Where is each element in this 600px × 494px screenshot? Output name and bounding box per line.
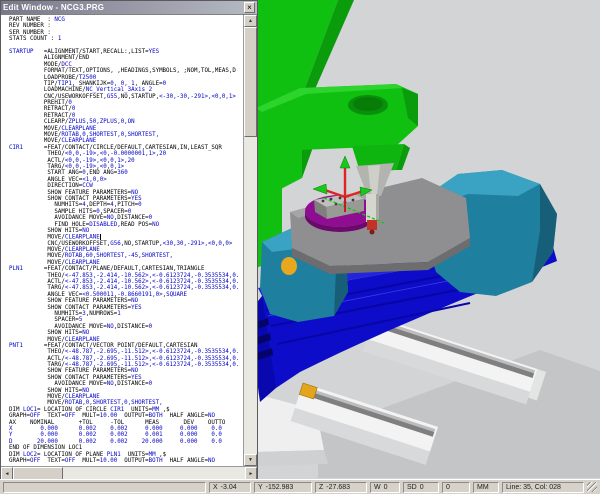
- pedestal-button: [281, 257, 297, 275]
- status-field-x: X-3.04: [209, 482, 251, 493]
- status-field-sd: SD0: [403, 482, 439, 493]
- horizontal-scrollbar[interactable]: ◄ ►: [1, 466, 257, 480]
- code-editor[interactable]: PART NAME : NCGREV NUMBER : SER NUMBER :…: [1, 15, 243, 466]
- edit-window-title: Edit Window - NCG3.PRG: [3, 3, 244, 12]
- status-field-0: 0: [442, 482, 470, 493]
- vertical-scroll-thumb[interactable]: [244, 27, 257, 137]
- status-field-y: Y-152.983: [254, 482, 312, 493]
- scroll-up-icon[interactable]: ▲: [244, 15, 257, 27]
- scroll-down-icon[interactable]: ▼: [244, 454, 257, 466]
- vertical-scroll-track[interactable]: [244, 137, 257, 454]
- resize-grip-icon[interactable]: [587, 482, 597, 492]
- status-field-line-35-col-028: Line: 35, Col: 028: [502, 482, 584, 493]
- status-field-z: Z-27.683: [315, 482, 367, 493]
- vertical-scrollbar[interactable]: ▲ ▼: [243, 15, 257, 466]
- edit-window: Edit Window - NCG3.PRG × PART NAME : NCG…: [0, 0, 258, 479]
- status-bar: X-3.04Y-152.983Z-27.683W0SD00MMLine: 35,…: [0, 479, 600, 494]
- probe-tip: [367, 220, 377, 230]
- close-icon[interactable]: ×: [244, 2, 255, 13]
- application-window: Edit Window - NCG3.PRG × PART NAME : NCG…: [0, 0, 600, 494]
- status-message-area: [3, 482, 206, 493]
- status-field-mm: MM: [473, 482, 499, 493]
- edit-window-titlebar[interactable]: Edit Window - NCG3.PRG ×: [1, 1, 257, 14]
- edit-window-body: PART NAME : NCGREV NUMBER : SER NUMBER :…: [1, 14, 257, 466]
- status-field-w: W0: [370, 482, 400, 493]
